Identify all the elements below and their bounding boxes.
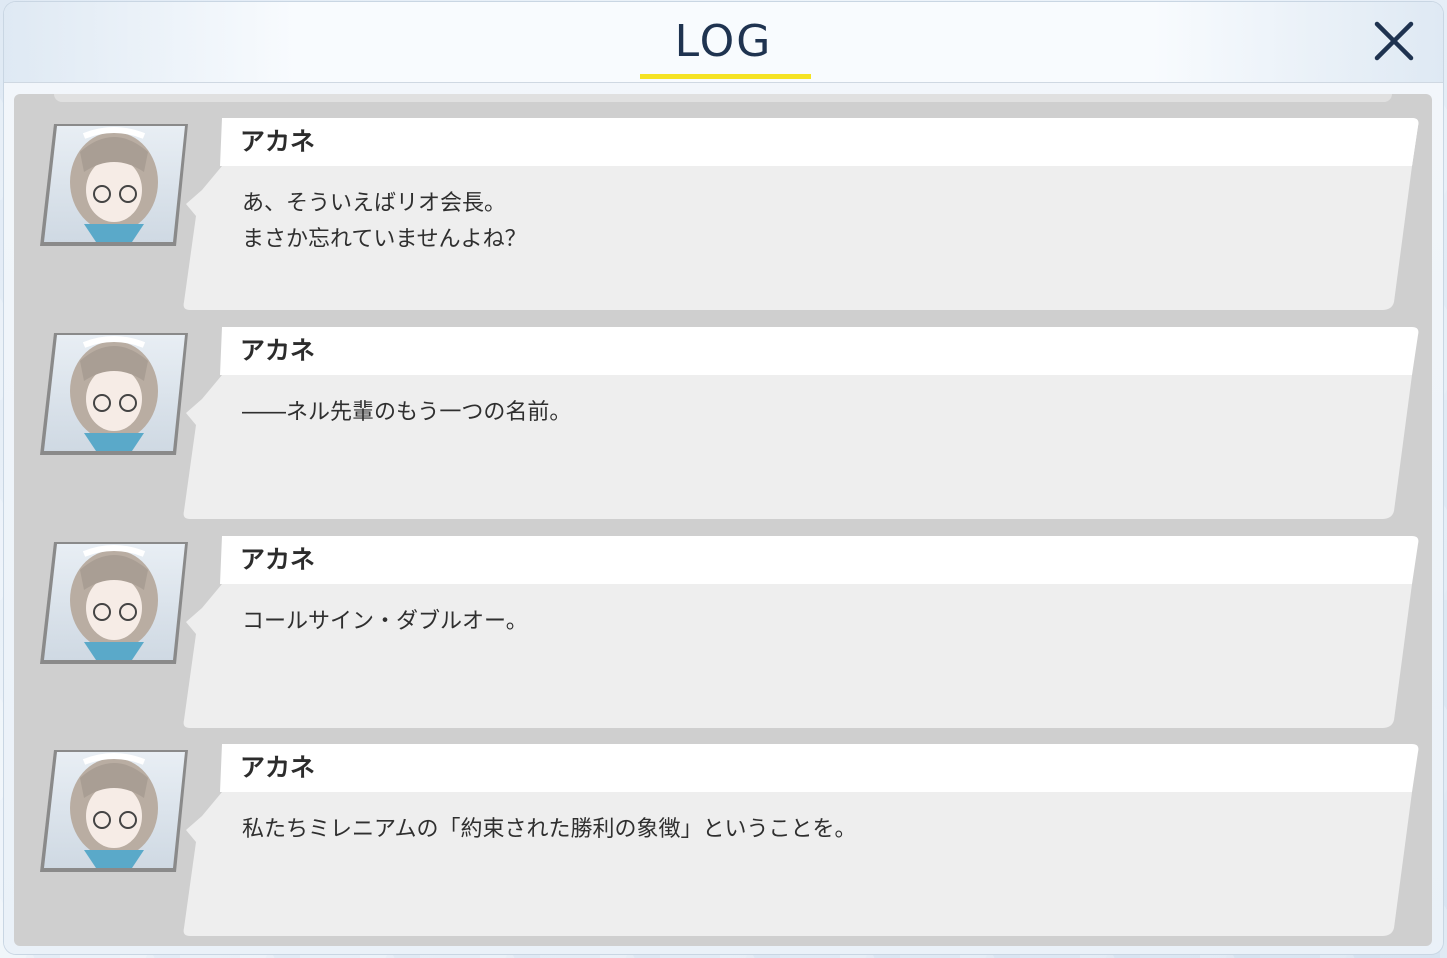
speaker-name: アカネ <box>240 127 316 156</box>
log-entry: アカネ あ、そういえばリオ会長。 まさか忘れていませんよね？ <box>14 94 1432 310</box>
character-portrait-icon <box>40 124 188 246</box>
character-portrait-icon <box>40 333 188 455</box>
character-portrait-icon <box>40 750 188 872</box>
close-button[interactable] <box>1369 16 1419 66</box>
close-icon <box>1374 21 1414 61</box>
dialogue-text: ――ネル先輩のもう一つの名前。 <box>242 400 572 425</box>
character-portrait-icon <box>40 542 188 664</box>
log-entry: アカネ ――ネル先輩のもう一つの名前。 <box>14 303 1432 519</box>
speaker-name: アカネ <box>240 753 316 782</box>
log-window: LOG アカネ あ、そういえばリオ会長。 まさか忘れていませんよね？ アカネ ―… <box>4 2 1443 954</box>
speaker-name: アカネ <box>240 545 316 574</box>
log-header: LOG <box>4 2 1443 83</box>
speaker-name: アカネ <box>240 336 316 365</box>
dialogue-text: あ、そういえばリオ会長。 まさか忘れていませんよね？ <box>242 191 527 252</box>
dialogue-text: コールサイン・ダブルオー。 <box>242 609 528 634</box>
dialogue-text: 私たちミレニアムの「約束された勝利の象徴」ということを。 <box>242 817 857 842</box>
log-entry: アカネ 私たちミレニアムの「約束された勝利の象徴」ということを。 <box>14 720 1432 936</box>
log-scroll-panel[interactable]: アカネ あ、そういえばリオ会長。 まさか忘れていませんよね？ アカネ ――ネル先… <box>14 94 1432 946</box>
log-entry: アカネ コールサイン・ダブルオー。 <box>14 512 1432 728</box>
title-underline <box>640 74 811 79</box>
log-title: LOG <box>674 16 773 67</box>
